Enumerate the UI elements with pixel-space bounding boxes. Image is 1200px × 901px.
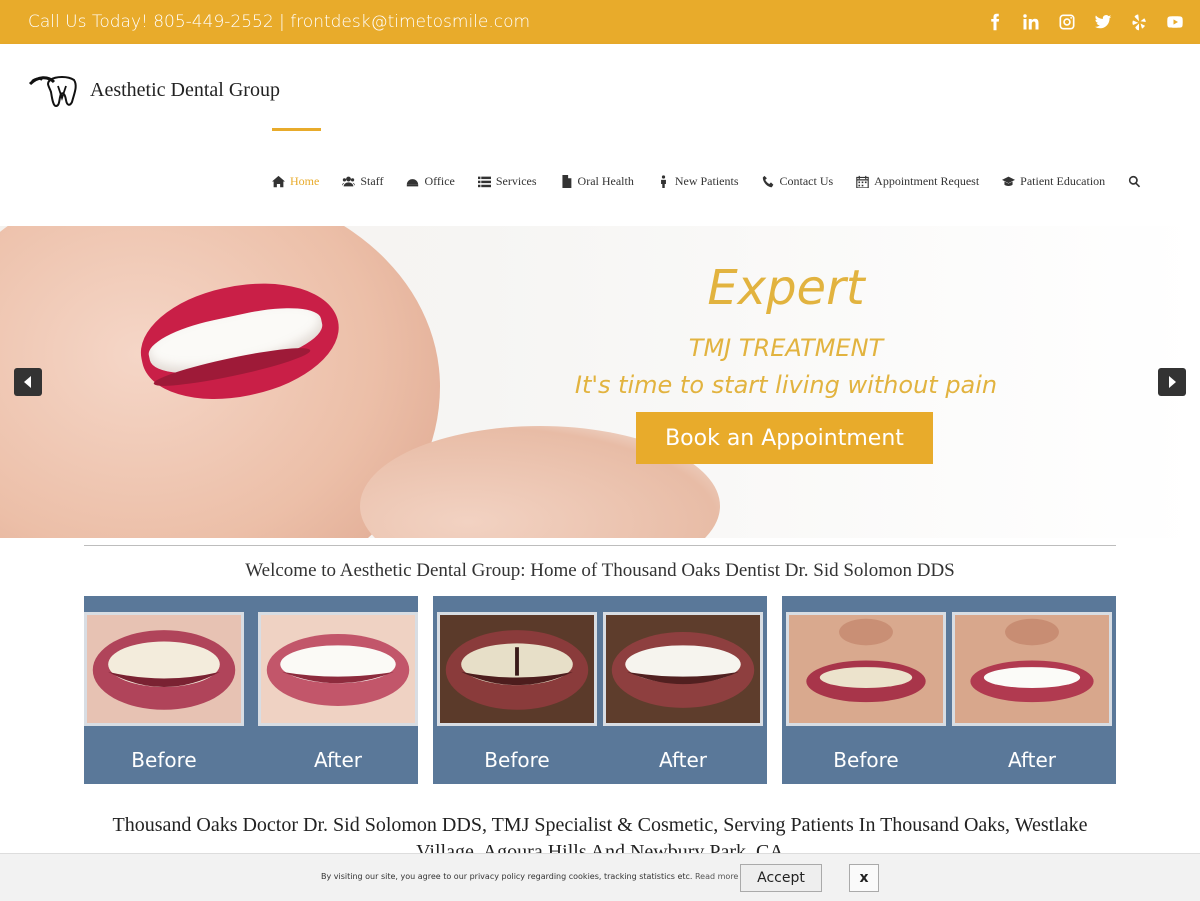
close-cookie-button[interactable]: x [849, 864, 879, 892]
top-bar: Call Us Today! 805-449-2552 | frontdesk@… [0, 0, 1200, 44]
tooth-logo-icon [28, 76, 77, 108]
nav-new-patients[interactable]: New Patients [657, 174, 739, 189]
nav-new-patients-label: New Patients [674, 174, 739, 188]
divider [84, 545, 1116, 546]
nav-services[interactable]: Services [477, 174, 537, 189]
before-photo [786, 612, 946, 726]
nav-office-label: Office [424, 174, 455, 188]
nav-staff[interactable]: Staff [342, 174, 383, 189]
after-label: After [658, 748, 708, 772]
nav-office[interactable]: Office [406, 174, 455, 189]
hero-subheadline: TMJ TREATMENT [688, 334, 884, 362]
before-label: Before [131, 748, 197, 772]
office-icon [407, 177, 419, 187]
users-icon [342, 176, 356, 187]
after-mouth-image [606, 615, 760, 723]
yelp-icon[interactable] [1130, 13, 1148, 31]
nav-patient-education-label: Patient Education [1020, 174, 1106, 188]
before-label: Before [484, 748, 550, 772]
after-label: After [313, 748, 363, 772]
nav-contact-us-label: Contact Us [779, 174, 834, 188]
after-photo [603, 612, 763, 726]
search-icon [1129, 175, 1141, 188]
graduation-cap-icon [1002, 176, 1016, 186]
after-mouth-image [955, 615, 1109, 723]
before-mouth-image [440, 615, 594, 723]
document-icon [561, 175, 571, 188]
nav-oral-health-label: Oral Health [577, 174, 634, 188]
before-photo [437, 612, 597, 726]
nav-appointment-request[interactable]: Appointment Request [856, 174, 979, 189]
nav-appointment-request-label: Appointment Request [874, 174, 980, 188]
arrow-left-icon [24, 376, 31, 388]
accept-button[interactable]: Accept [740, 864, 822, 892]
slider-prev-button[interactable] [14, 368, 42, 396]
facebook-icon[interactable] [986, 13, 1004, 31]
read-more-link[interactable]: Read more [695, 872, 738, 881]
before-after-panel[interactable]: Before After [433, 596, 767, 784]
cookie-banner: By visiting our site, you agree to our p… [0, 853, 1200, 901]
after-mouth-image [261, 615, 415, 723]
instagram-icon[interactable] [1058, 13, 1076, 31]
before-label: Before [833, 748, 899, 772]
before-after-panel[interactable]: Before After [84, 596, 418, 784]
nav-home[interactable]: Home [272, 128, 322, 189]
nav-home-label: Home [290, 174, 320, 188]
before-after-panel[interactable]: Before After [782, 596, 1116, 784]
main-nav: Home Staff Office Services Oral Health N… [272, 128, 1141, 189]
nav-contact-us[interactable]: Contact Us [762, 174, 834, 189]
linkedin-icon[interactable] [1022, 13, 1040, 31]
before-mouth-image [87, 615, 241, 723]
nav-services-label: Services [495, 174, 537, 188]
after-photo [258, 612, 418, 726]
hero-tagline: It's time to start living without pain [574, 371, 998, 399]
hero-headline: Expert [707, 260, 865, 316]
youtube-icon[interactable] [1166, 13, 1184, 31]
logo[interactable]: Aesthetic Dental Group [28, 72, 280, 108]
phone-icon [762, 175, 773, 188]
nav-patient-education[interactable]: Patient Education [1002, 174, 1105, 189]
social-links [986, 13, 1184, 31]
site-header: Aesthetic Dental Group Home Staff Office… [0, 44, 1200, 226]
book-appointment-button[interactable]: Book an Appointment [636, 412, 933, 464]
before-photo [84, 612, 244, 726]
search-button[interactable] [1128, 175, 1141, 188]
contact-info[interactable]: Call Us Today! 805-449-2552 | frontdesk@… [28, 12, 530, 32]
slider-next-button[interactable] [1158, 368, 1186, 396]
nav-oral-health[interactable]: Oral Health [560, 174, 634, 189]
arrow-right-icon [1169, 376, 1176, 388]
before-mouth-image [789, 615, 943, 723]
logo-name: Aesthetic Dental Group [90, 78, 280, 101]
welcome-heading: Welcome to Aesthetic Dental Group: Home … [245, 560, 955, 581]
cookie-message: By visiting our site, you agree to our p… [321, 872, 693, 881]
hero-slider: Expert TMJ TREATMENT It's time to start … [0, 226, 1200, 538]
cookie-message-row: By visiting our site, you agree to our p… [321, 872, 738, 881]
home-icon [272, 175, 285, 188]
calendar-icon [856, 175, 869, 188]
list-icon [477, 176, 491, 188]
twitter-icon[interactable] [1094, 13, 1112, 31]
person-icon [660, 175, 666, 188]
after-label: After [1007, 748, 1057, 772]
nav-staff-label: Staff [360, 174, 384, 188]
after-photo [952, 612, 1112, 726]
